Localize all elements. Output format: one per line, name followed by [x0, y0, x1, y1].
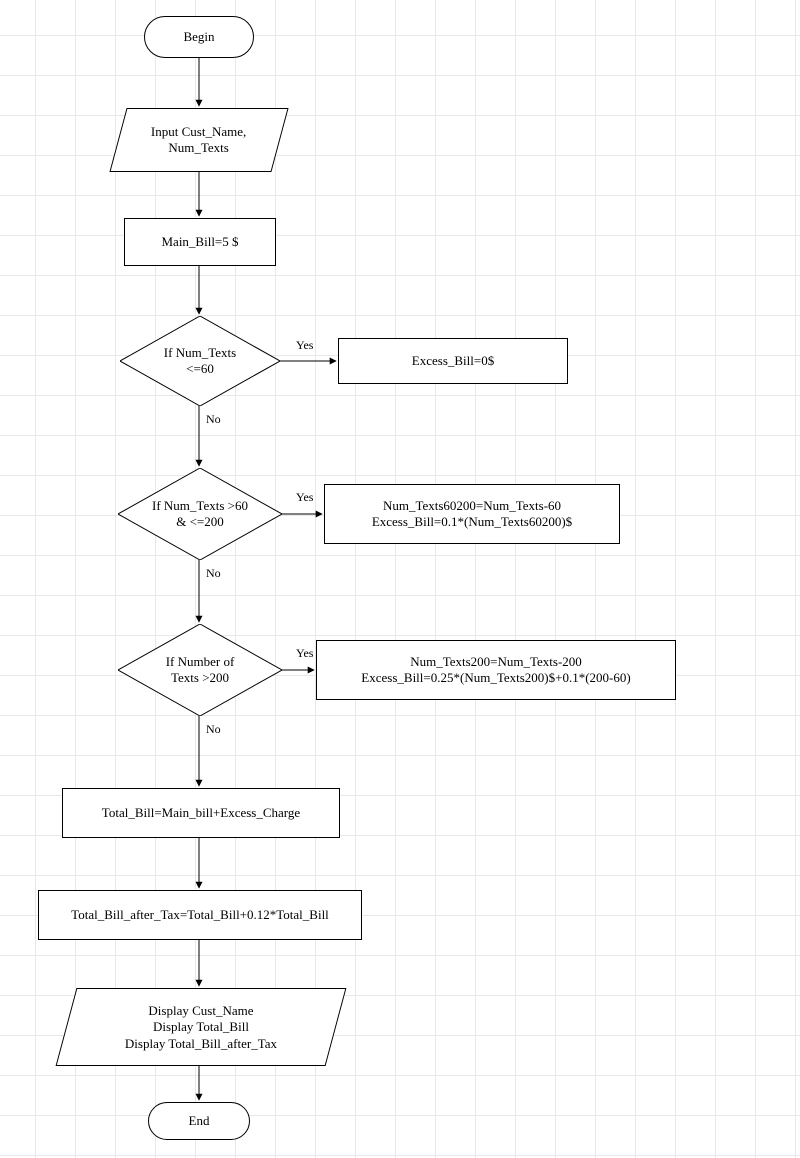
node-act1-label: Excess_Bill=0$	[412, 353, 494, 369]
node-mainbill-label: Main_Bill=5 $	[161, 234, 238, 250]
label-cond3-no: No	[206, 722, 221, 737]
node-tax: Total_Bill_after_Tax=Total_Bill+0.12*Tot…	[38, 890, 362, 940]
node-total-label: Total_Bill=Main_bill+Excess_Charge	[102, 805, 300, 821]
node-total: Total_Bill=Main_bill+Excess_Charge	[62, 788, 340, 838]
node-display: Display Cust_Name Display Total_Bill Dis…	[56, 988, 347, 1066]
flowchart-canvas: Begin Input Cust_Name, Num_Texts Main_Bi…	[0, 0, 800, 1158]
node-act1: Excess_Bill=0$	[338, 338, 568, 384]
node-cond1: If Num_Texts <=60	[120, 316, 280, 406]
node-input-label: Input Cust_Name, Num_Texts	[151, 124, 246, 157]
label-cond1-yes: Yes	[296, 338, 313, 353]
label-cond2-yes: Yes	[296, 490, 313, 505]
node-input: Input Cust_Name, Num_Texts	[109, 108, 288, 172]
flow-arrows	[0, 0, 800, 1158]
node-mainbill: Main_Bill=5 $	[124, 218, 276, 266]
node-cond2: If Num_Texts >60 & <=200	[118, 468, 282, 560]
node-cond2-label: If Num_Texts >60 & <=200	[138, 498, 262, 531]
node-act3-label: Num_Texts200=Num_Texts-200 Excess_Bill=0…	[361, 654, 630, 687]
label-cond1-no: No	[206, 412, 221, 427]
node-act2: Num_Texts60200=Num_Texts-60 Excess_Bill=…	[324, 484, 620, 544]
node-cond3: If Number of Texts >200	[118, 624, 282, 716]
node-end: End	[148, 1102, 250, 1140]
label-cond2-no: No	[206, 566, 221, 581]
label-cond3-yes: Yes	[296, 646, 313, 661]
node-tax-label: Total_Bill_after_Tax=Total_Bill+0.12*Tot…	[71, 907, 329, 923]
node-begin: Begin	[144, 16, 254, 58]
node-begin-label: Begin	[183, 29, 214, 45]
node-act3: Num_Texts200=Num_Texts-200 Excess_Bill=0…	[316, 640, 676, 700]
node-end-label: End	[189, 1113, 210, 1129]
node-cond1-label: If Num_Texts <=60	[150, 345, 250, 378]
node-display-label: Display Cust_Name Display Total_Bill Dis…	[125, 1003, 277, 1052]
node-act2-label: Num_Texts60200=Num_Texts-60 Excess_Bill=…	[372, 498, 572, 531]
node-cond3-label: If Number of Texts >200	[152, 654, 249, 687]
